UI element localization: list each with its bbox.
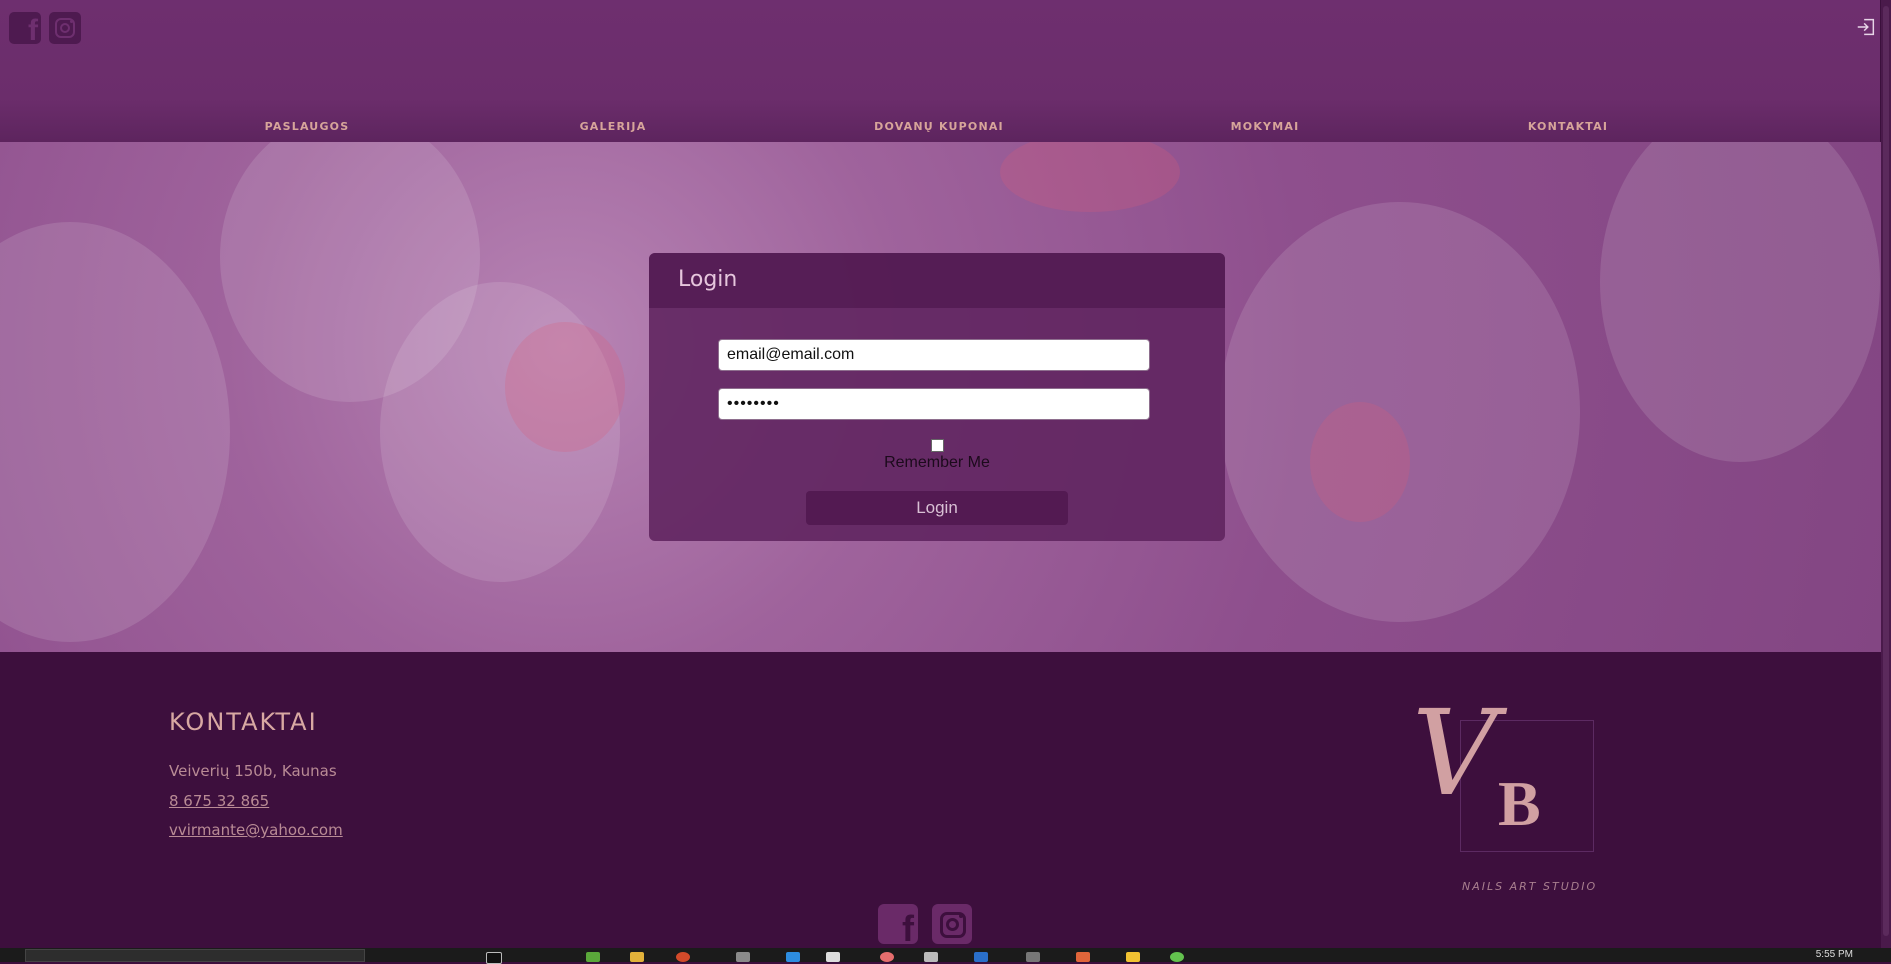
nav-item-dovanu-kuponai[interactable]: DOVANŲ KUPONAI — [874, 120, 1004, 133]
taskbar-app-icon[interactable] — [676, 952, 690, 962]
taskbar-app-icon[interactable] — [1170, 952, 1184, 962]
footer-address: Veiverių 150b, Kaunas — [169, 762, 337, 780]
login-card-header: Login — [649, 253, 1225, 308]
remember-me-label: Remember Me — [884, 454, 990, 471]
hero-orchid-center — [1310, 402, 1410, 522]
taskbar-clock: 5:55 PM — [1815, 949, 1853, 960]
taskbar-search-box[interactable] — [25, 949, 365, 962]
taskbar-app-icon[interactable] — [486, 952, 502, 964]
taskbar-app-icon[interactable] — [974, 952, 988, 962]
taskbar-app-icon[interactable] — [924, 952, 938, 962]
taskbar-app-icon[interactable] — [630, 952, 644, 962]
nav-item-mokymai[interactable]: MOKYMAI — [1231, 120, 1300, 133]
footer-title: KONTAKTAI — [169, 708, 318, 736]
hero-orchid-center — [1000, 142, 1180, 212]
taskbar-app-icon[interactable] — [1126, 952, 1140, 962]
footer-phone-link[interactable]: 8 675 32 865 — [169, 792, 269, 810]
login-title: Login — [678, 267, 738, 292]
hero-petal — [0, 222, 230, 642]
instagram-icon[interactable] — [932, 904, 972, 944]
taskbar-app-icon[interactable] — [1076, 952, 1090, 962]
taskbar-app-icon[interactable] — [826, 952, 840, 962]
os-taskbar: 5:55 PM — [0, 948, 1891, 964]
taskbar-app-icon[interactable] — [586, 952, 600, 962]
hero-petal — [1220, 202, 1580, 622]
logo-letter-b: B — [1498, 768, 1541, 839]
login-card: Login Remember Me Login — [649, 253, 1225, 541]
nav-item-kontaktai[interactable]: KONTAKTAI — [1528, 120, 1608, 133]
taskbar-app-icon[interactable] — [786, 952, 800, 962]
taskbar-app-icon[interactable] — [1026, 952, 1040, 962]
taskbar-app-icon[interactable] — [880, 952, 894, 962]
logo-subtitle: NAILS ART STUDIO — [1462, 880, 1598, 893]
hero-orchid-center — [505, 322, 625, 452]
login-button[interactable]: Login — [806, 491, 1068, 525]
instagram-icon[interactable] — [49, 12, 81, 44]
email-field[interactable] — [718, 339, 1150, 371]
logo-letter-v: V — [1412, 684, 1498, 822]
nav-item-paslaugos[interactable]: PASLAUGOS — [265, 120, 350, 133]
hero-petal — [1600, 142, 1880, 462]
facebook-icon[interactable]: f — [9, 12, 41, 44]
remember-me-checkbox[interactable] — [931, 439, 944, 452]
password-field[interactable] — [718, 388, 1150, 420]
facebook-icon[interactable]: f — [878, 904, 918, 944]
nav-item-galerija[interactable]: GALERIJA — [580, 120, 647, 133]
site-footer: KONTAKTAI Veiverių 150b, Kaunas 8 675 32… — [0, 652, 1881, 948]
footer-social-links: f — [878, 904, 972, 944]
main-nav: PASLAUGOS GALERIJA DOVANŲ KUPONAI MOKYMA… — [0, 106, 1881, 142]
scrollbar-thumb[interactable] — [1883, 6, 1889, 936]
taskbar-app-icon[interactable] — [736, 952, 750, 962]
login-icon[interactable] — [1855, 16, 1877, 38]
page-scrollbar[interactable] — [1880, 0, 1891, 948]
site-header: f PASLAUGOS GALERIJA DOVANŲ KUPONAI MOKY… — [0, 0, 1881, 142]
studio-logo: V B NAILS ART STUDIO — [1412, 694, 1602, 902]
header-social-links: f — [9, 12, 81, 44]
footer-email-link[interactable]: vvirmante@yahoo.com — [169, 821, 343, 839]
